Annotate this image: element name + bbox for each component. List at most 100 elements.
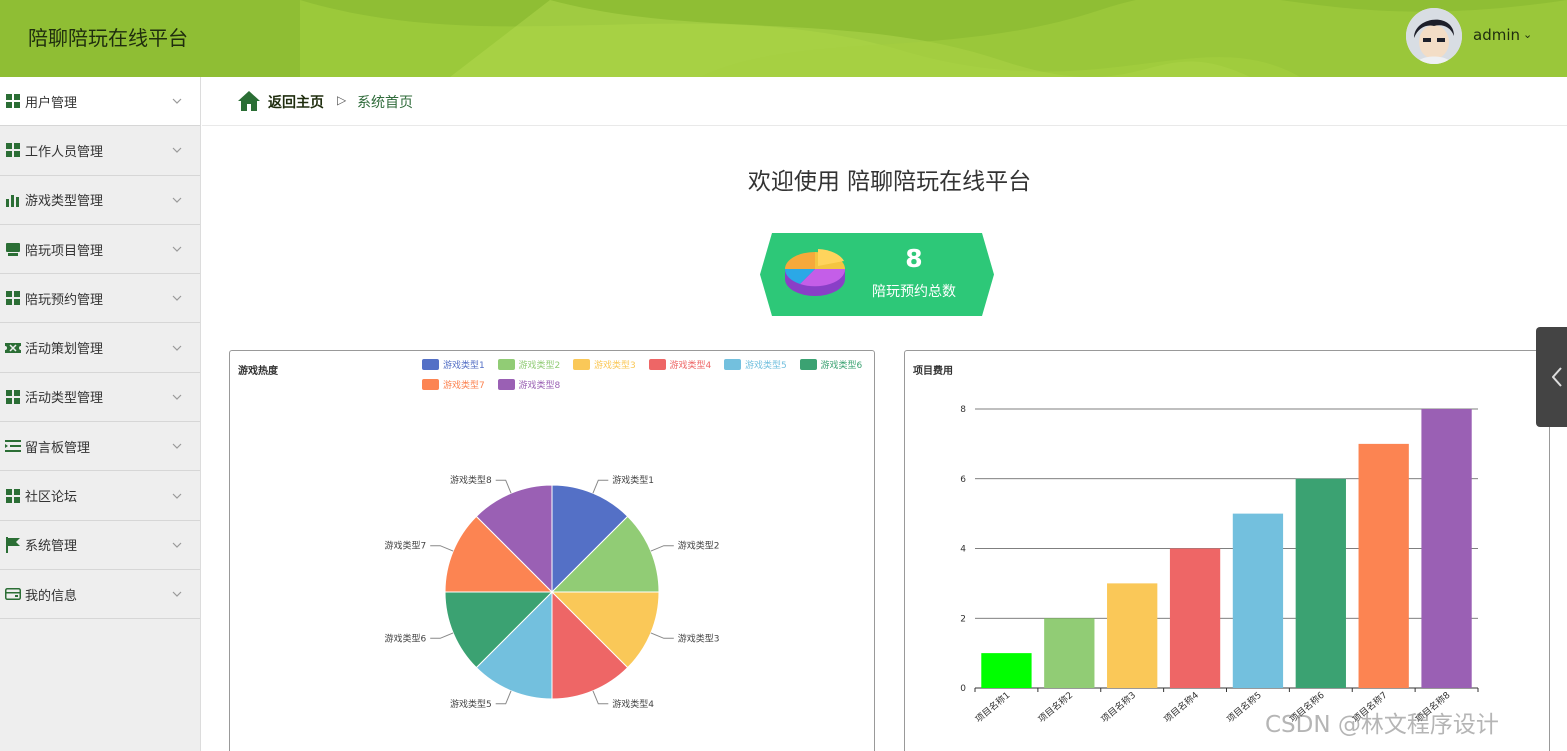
sidebar-item-community-forum[interactable]: 社区论坛 bbox=[0, 471, 200, 521]
bar-chart-icon bbox=[5, 192, 21, 208]
y-tick-label: 0 bbox=[960, 684, 966, 694]
breadcrumb-separator-icon: ▷ bbox=[337, 93, 347, 107]
x-tick-label: 项目名称4 bbox=[1161, 689, 1201, 725]
breadcrumb-current: 系统首页 bbox=[357, 95, 413, 111]
pie-slice-label: 游戏类型4 bbox=[612, 698, 654, 710]
pie-slice-label: 游戏类型5 bbox=[450, 698, 492, 710]
bar[interactable] bbox=[1358, 443, 1409, 688]
sidebar-item-user-management[interactable]: 用户管理 bbox=[0, 77, 200, 127]
collapse-panel-tab[interactable] bbox=[1536, 327, 1567, 427]
chevron-down-icon bbox=[172, 493, 182, 499]
ticket-icon bbox=[5, 340, 21, 356]
bar[interactable] bbox=[1295, 478, 1346, 688]
app-title: 陪聊陪玩在线平台 bbox=[28, 26, 188, 50]
pie-label-line bbox=[650, 545, 674, 552]
sidebar-item-label: 游戏类型管理 bbox=[25, 194, 104, 210]
chevron-down-icon bbox=[172, 148, 182, 154]
x-tick-label: 项目名称3 bbox=[1098, 689, 1138, 725]
sidebar-item-label: 系统管理 bbox=[25, 539, 78, 555]
sidebar-item-event-planning-management[interactable]: 活动策划管理 bbox=[0, 323, 200, 373]
sidebar-item-event-type-management[interactable]: 活动类型管理 bbox=[0, 373, 200, 423]
pie-slice-label: 游戏类型8 bbox=[450, 474, 492, 486]
pie-label-line bbox=[592, 479, 609, 494]
sidebar-item-game-type-management[interactable]: 游戏类型管理 bbox=[0, 176, 200, 225]
pie-slice-label: 游戏类型6 bbox=[384, 632, 426, 644]
chevron-down-icon bbox=[172, 345, 182, 351]
pie-chart: 游戏类型1 游戏类型2 游戏类型3 游戏类型4 游戏类型5 游戏类型6 游戏类型7 游戏类型8 bbox=[384, 474, 720, 710]
stat-value: 8 bbox=[905, 244, 923, 273]
pie-label-line bbox=[592, 690, 609, 705]
y-tick-label: 8 bbox=[960, 405, 966, 415]
bar[interactable] bbox=[1044, 618, 1095, 688]
sidebar-item-label: 活动策划管理 bbox=[25, 342, 104, 358]
chevron-down-icon[interactable]: ⌄ bbox=[1523, 28, 1532, 41]
chevron-down-icon bbox=[172, 443, 182, 450]
card-icon bbox=[5, 586, 21, 602]
chevron-down-icon bbox=[172, 542, 182, 548]
list-icon bbox=[5, 438, 21, 454]
sidebar-item-label: 活动类型管理 bbox=[25, 391, 104, 407]
top-header: 陪聊陪玩在线平台 admin ⌄ bbox=[0, 0, 1567, 77]
sidebar-item-companion-project-management[interactable]: 陪玩项目管理 bbox=[0, 225, 200, 275]
flag-icon bbox=[5, 536, 21, 553]
x-tick-label: 项目名称2 bbox=[1036, 689, 1076, 725]
sidebar-item-booking-management[interactable]: 陪玩预约管理 bbox=[0, 274, 200, 324]
grid-icon bbox=[5, 142, 21, 158]
chevron-left-icon bbox=[1552, 367, 1562, 387]
project-cost-chart-panel: 项目费用 0 2 4 6 8 项目名称1 项目名称2 项目名称3 项目名称4 项目名称5 项目名称6… bbox=[904, 350, 1550, 751]
breadcrumb-home-link[interactable]: 返回主页 bbox=[268, 92, 324, 112]
sidebar-item-label: 工作人员管理 bbox=[25, 144, 104, 160]
sidebar-item-my-info[interactable]: 我的信息 bbox=[0, 570, 200, 620]
pie-label-line bbox=[495, 690, 512, 705]
sidebar-item-staff-management[interactable]: 工作人员管理 bbox=[0, 126, 200, 176]
user-avatar[interactable] bbox=[1406, 8, 1462, 64]
sidebar-item-system-management[interactable]: 系统管理 bbox=[0, 521, 200, 570]
sidebar-item-label: 留言板管理 bbox=[25, 440, 91, 456]
grid-icon bbox=[5, 290, 21, 306]
sidebar-item-label: 陪玩项目管理 bbox=[25, 243, 104, 259]
bar-chart: 02468项目名称1 项目名称2 项目名称3 项目名称4 项目名称5 项目名称6 项目名称7… bbox=[960, 405, 1479, 725]
y-tick-label: 6 bbox=[960, 475, 966, 485]
grid-icon bbox=[5, 93, 21, 109]
y-tick-label: 4 bbox=[960, 545, 966, 555]
chevron-down-icon bbox=[172, 394, 182, 400]
header-wave-decoration bbox=[300, 0, 1567, 77]
chevron-down-icon bbox=[172, 591, 182, 597]
breadcrumb: 返回主页 ▷ 系统首页 bbox=[202, 77, 1567, 126]
bar[interactable] bbox=[981, 653, 1032, 688]
monitor-icon bbox=[5, 241, 21, 257]
chevron-down-icon bbox=[172, 197, 182, 203]
x-tick-label: 项目名称1 bbox=[973, 689, 1013, 725]
chevron-down-icon bbox=[172, 295, 182, 302]
pie-slice-label: 游戏类型7 bbox=[384, 540, 426, 552]
sidebar-item-label: 社区论坛 bbox=[25, 490, 78, 506]
sidebar-item-label: 陪玩预约管理 bbox=[25, 292, 104, 308]
bar[interactable] bbox=[1421, 409, 1472, 688]
bar[interactable] bbox=[1107, 583, 1158, 688]
pie-slice-label: 游戏类型3 bbox=[678, 632, 720, 644]
grid-icon bbox=[5, 488, 21, 504]
sidebar-item-message-board-management[interactable]: 留言板管理 bbox=[0, 422, 200, 472]
stat-label: 陪玩预约总数 bbox=[872, 284, 956, 300]
grid-icon bbox=[5, 389, 21, 405]
bar[interactable] bbox=[1169, 548, 1221, 689]
page-title: 欢迎使用 陪聊陪玩在线平台 bbox=[747, 169, 1032, 195]
sidebar: 用户管理 工作人员管理 游戏类型管理 陪玩项目管理 陪玩预约管理 活动策划管理 … bbox=[0, 77, 201, 751]
chevron-down-icon bbox=[172, 98, 182, 104]
chevron-down-icon bbox=[172, 246, 182, 252]
sidebar-item-label: 用户管理 bbox=[25, 95, 78, 111]
pie-label-line bbox=[430, 632, 454, 639]
pie-slice-label: 游戏类型1 bbox=[612, 474, 654, 486]
x-tick-label: 项目名称5 bbox=[1224, 689, 1264, 725]
bar[interactable] bbox=[1232, 513, 1284, 688]
pie-label-line bbox=[495, 479, 512, 494]
game-popularity-chart-panel: 游戏热度 游戏类型1 游戏类型2 游戏类型3 游戏类型4 游戏类型5 游戏类型6 游戏类型7… bbox=[229, 350, 875, 751]
pie-slice-label: 游戏类型2 bbox=[678, 540, 720, 552]
home-icon[interactable] bbox=[237, 90, 261, 112]
pie-label-line bbox=[430, 545, 454, 552]
pie-label-line bbox=[650, 632, 674, 639]
watermark: CSDN @林文程序设计 bbox=[1265, 712, 1499, 738]
user-name[interactable]: admin bbox=[1473, 26, 1520, 44]
sidebar-item-label: 我的信息 bbox=[25, 588, 78, 604]
y-tick-label: 2 bbox=[960, 614, 966, 624]
